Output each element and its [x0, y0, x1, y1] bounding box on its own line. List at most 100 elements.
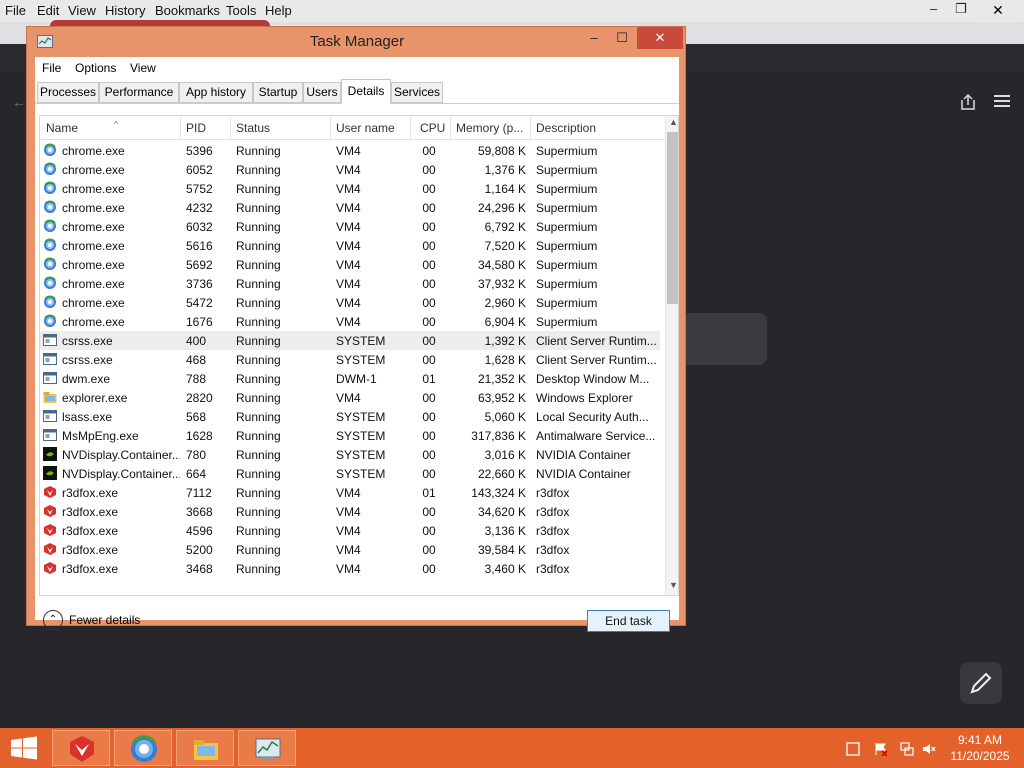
vertical-scrollbar[interactable]: ▲ ▼ — [665, 116, 678, 595]
chrome-icon — [44, 276, 56, 289]
scroll-up-arrow-icon[interactable]: ▲ — [666, 117, 678, 131]
tab-processes[interactable]: Processes — [37, 82, 99, 103]
menu-file[interactable]: File — [42, 61, 61, 75]
browser-menu-file[interactable]: File — [5, 3, 26, 18]
column-cpu[interactable]: CPU — [420, 121, 445, 137]
cell-pid: 3468 — [186, 562, 213, 576]
clock-date[interactable]: 11/20/2025 — [940, 749, 1020, 763]
network-icon[interactable] — [900, 742, 914, 756]
r3dfox-icon — [70, 736, 94, 762]
share-icon[interactable] — [958, 92, 978, 112]
chrome-icon — [44, 314, 56, 327]
table-row[interactable]: chrome.exe 5752 Running VM4 00 1,164 K Supermi… — [40, 179, 660, 198]
table-row[interactable]: chrome.exe 3736 Running VM4 00 37,932 K Superm… — [40, 274, 660, 293]
table-row[interactable]: r3dfox.exe 5200 Running VM4 00 39,584 K r3dfox — [40, 540, 660, 559]
action-center-flag-icon[interactable] — [874, 742, 888, 756]
end-task-button[interactable]: End task — [587, 610, 670, 632]
table-row[interactable]: r3dfox.exe 3468 Running VM4 00 3,460 K r3dfox — [40, 559, 660, 578]
hamburger-menu-icon[interactable] — [994, 94, 1010, 108]
back-arrow-icon[interactable]: ← — [12, 94, 26, 110]
taskbar-app-r3dfox[interactable] — [52, 730, 110, 766]
tab-performance[interactable]: Performance — [99, 82, 179, 103]
browser-minimize-button[interactable]: – — [930, 1, 937, 16]
tab-startup[interactable]: Startup — [253, 82, 303, 103]
column-status[interactable]: Status — [236, 121, 270, 137]
cell-status: Running — [236, 486, 281, 500]
table-row[interactable]: csrss.exe 400 Running SYSTEM 00 1,392 K Client… — [40, 331, 660, 350]
tab-users[interactable]: Users — [303, 82, 341, 103]
chrome-icon — [44, 238, 56, 251]
browser-menu-view[interactable]: View — [68, 3, 96, 18]
cell-memory: 3,136 K — [484, 524, 526, 538]
table-row[interactable]: NVDisplay.Container... 664 Running SYSTEM 00… — [40, 464, 660, 483]
clock-time[interactable]: 9:41 AM — [940, 733, 1020, 747]
tab-services[interactable]: Services — [391, 82, 443, 103]
table-row[interactable]: NVDisplay.Container... 780 Running SYSTEM 00… — [40, 445, 660, 464]
menu-view[interactable]: View — [130, 61, 156, 75]
title-bar[interactable]: Task Manager – ☐ ✕ — [27, 27, 685, 55]
table-row[interactable]: r3dfox.exe 3668 Running VM4 00 34,620 K r3dfox — [40, 502, 660, 521]
column-memory[interactable]: Memory (p... — [456, 121, 523, 137]
browser-close-button[interactable]: ✕ — [978, 0, 1018, 20]
table-row[interactable]: explorer.exe 2820 Running VM4 00 63,952 K Wind… — [40, 388, 660, 407]
taskbar-app-supermium[interactable] — [114, 730, 172, 766]
browser-menu-bookmarks[interactable]: Bookmarks — [155, 3, 220, 18]
table-row[interactable]: chrome.exe 6032 Running VM4 00 6,792 K Supermi… — [40, 217, 660, 236]
table-row[interactable]: csrss.exe 468 Running SYSTEM 00 1,628 K Client… — [40, 350, 660, 369]
cell-pid: 2820 — [186, 391, 213, 405]
taskbar-app-file-explorer[interactable] — [176, 730, 234, 766]
table-row[interactable]: chrome.exe 5692 Running VM4 00 34,580 K Superm… — [40, 255, 660, 274]
table-row[interactable]: chrome.exe 5472 Running VM4 00 2,960 K Supermi… — [40, 293, 660, 312]
minimize-button[interactable]: – — [579, 27, 609, 49]
cell-name: r3dfox.exe — [62, 543, 119, 557]
browser-menu-help[interactable]: Help — [265, 3, 292, 18]
tab-app-history[interactable]: App history — [179, 82, 253, 103]
table-row[interactable]: r3dfox.exe 4596 Running VM4 00 3,136 K r3dfox — [40, 521, 660, 540]
cell-cpu: 00 — [422, 467, 436, 481]
cell-cpu: 00 — [422, 163, 436, 177]
cell-description: Supermium — [536, 296, 598, 310]
scroll-down-arrow-icon[interactable]: ▼ — [666, 580, 678, 594]
chrome-icon — [44, 219, 56, 232]
browser-menu-tools[interactable]: Tools — [226, 3, 256, 18]
table-row[interactable]: dwm.exe 788 Running DWM-1 01 21,352 K Desktop … — [40, 369, 660, 388]
cell-status: Running — [236, 277, 281, 291]
close-button[interactable]: ✕ — [637, 27, 683, 49]
scrollbar-thumb[interactable] — [667, 132, 678, 304]
edit-button[interactable] — [960, 662, 1002, 704]
browser-menu-edit[interactable]: Edit — [37, 3, 59, 18]
cell-user: SYSTEM — [336, 353, 386, 367]
taskbar-app-task-manager[interactable] — [238, 730, 296, 766]
table-row[interactable]: chrome.exe 4232 Running VM4 00 24,296 K Superm… — [40, 198, 660, 217]
cell-name: MsMpEng.exe — [62, 429, 139, 443]
column-description[interactable]: Description — [536, 121, 596, 137]
r3dfox-icon — [44, 524, 56, 536]
browser-restore-button[interactable]: ❐ — [955, 1, 967, 17]
table-row[interactable]: lsass.exe 568 Running SYSTEM 00 5,060 K Local … — [40, 407, 660, 426]
table-row[interactable]: MsMpEng.exe 1628 Running SYSTEM 00 317,836 K A… — [40, 426, 660, 445]
cell-cpu: 00 — [422, 277, 436, 291]
notification-square-icon[interactable] — [846, 742, 860, 756]
task-manager-window: Task Manager – ☐ ✕ File Options View Pro… — [26, 26, 686, 632]
cell-cpu: 00 — [422, 201, 436, 215]
table-row[interactable]: chrome.exe 1676 Running VM4 00 6,904 K Supermi… — [40, 312, 660, 331]
table-row[interactable]: chrome.exe 6052 Running VM4 00 1,376 K Supermi… — [40, 160, 660, 179]
browser-menu-history[interactable]: History — [105, 3, 145, 18]
cell-cpu: 00 — [422, 391, 436, 405]
cell-pid: 780 — [186, 448, 207, 462]
menu-options[interactable]: Options — [75, 61, 116, 75]
volume-muted-icon[interactable] — [922, 742, 936, 756]
windows-start-icon[interactable] — [0, 728, 48, 768]
table-row[interactable]: chrome.exe 5396 Running VM4 00 59,808 K Superm… — [40, 141, 660, 160]
column-name[interactable]: Name ^ — [46, 120, 118, 137]
cell-memory: 22,660 K — [477, 467, 526, 481]
cell-status: Running — [236, 353, 281, 367]
cell-status: Running — [236, 467, 281, 481]
maximize-button[interactable]: ☐ — [607, 27, 637, 49]
table-row[interactable]: chrome.exe 5616 Running VM4 00 7,520 K Supermi… — [40, 236, 660, 255]
column-user-name[interactable]: User name — [336, 121, 395, 137]
tab-details[interactable]: Details — [341, 79, 391, 104]
table-row[interactable]: r3dfox.exe 7112 Running VM4 01 143,324 K r3dfo… — [40, 483, 660, 502]
column-pid[interactable]: PID — [186, 121, 206, 137]
cell-memory: 1,164 K — [484, 182, 526, 196]
